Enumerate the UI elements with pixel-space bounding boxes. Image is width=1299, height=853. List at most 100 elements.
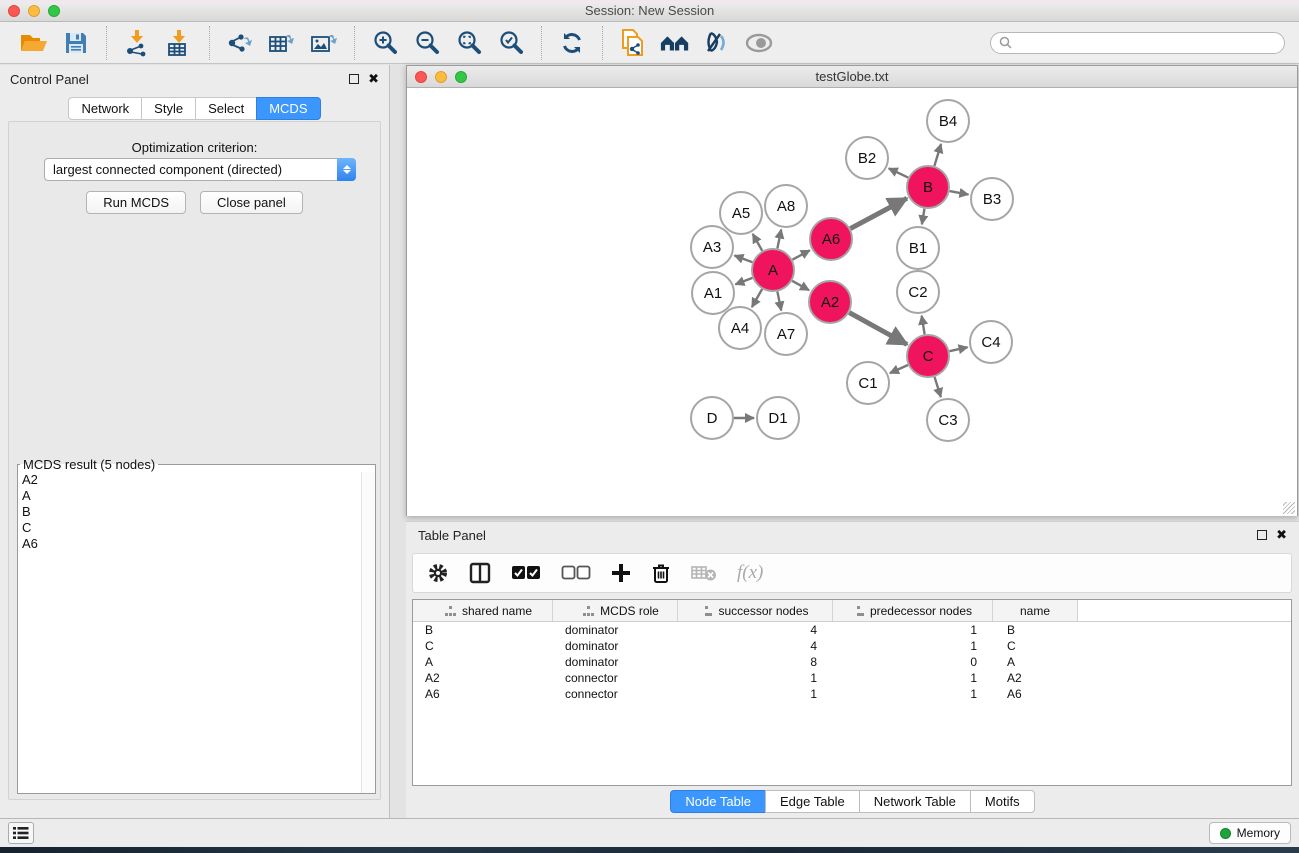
zoom-selected-icon[interactable] xyxy=(495,27,527,59)
minimize-network-button[interactable] xyxy=(435,71,447,83)
graph-edge-C-C3[interactable] xyxy=(935,377,941,397)
tab-select[interactable]: Select xyxy=(195,97,256,120)
graph-node-label-A6: A6 xyxy=(822,231,840,248)
workspace: testGlobe.txt B4B2BB3A5A8A6A3AB1A1A2C2A4… xyxy=(391,65,1299,818)
graph-edge-A-A6[interactable] xyxy=(792,250,809,259)
export-network-icon[interactable] xyxy=(224,27,256,59)
tab-network-table[interactable]: Network Table xyxy=(859,790,970,813)
graph-edge-A2-C[interactable] xyxy=(849,313,907,345)
graph-edge-B-B2[interactable] xyxy=(889,168,908,177)
graphics-details-icon[interactable] xyxy=(701,27,733,59)
graph-edge-B-B1[interactable] xyxy=(922,209,925,225)
close-table-panel-icon[interactable]: ✖ xyxy=(1276,530,1287,540)
graph-edge-A-A7[interactable] xyxy=(777,292,781,311)
save-session-icon[interactable] xyxy=(60,27,92,59)
minimize-window-button[interactable] xyxy=(28,5,40,17)
import-network-icon[interactable] xyxy=(121,27,153,59)
header-filler xyxy=(1078,600,1291,621)
graph-edge-C-C2[interactable] xyxy=(922,316,925,335)
close-window-button[interactable] xyxy=(8,5,20,17)
task-history-button[interactable] xyxy=(8,822,34,844)
node-table[interactable]: shared name MCDS role successor nodes pr… xyxy=(412,599,1292,786)
run-mcds-button[interactable]: Run MCDS xyxy=(86,191,186,214)
column-header-name[interactable]: name xyxy=(993,600,1078,621)
graph-edge-B-B4[interactable] xyxy=(934,144,941,166)
column-header-shared-name[interactable]: shared name xyxy=(413,600,553,621)
desktop-background xyxy=(0,847,1299,853)
unselect-all-icon[interactable] xyxy=(561,565,591,581)
table-row[interactable]: Bdominator41B xyxy=(413,622,1291,638)
tab-mcds[interactable]: MCDS xyxy=(256,97,320,120)
search-input[interactable] xyxy=(1017,36,1276,50)
list-item[interactable]: C xyxy=(18,520,361,536)
import-table-icon[interactable] xyxy=(163,27,195,59)
list-item[interactable]: A2 xyxy=(18,472,361,488)
graph-node-label-A1: A1 xyxy=(704,285,722,302)
graph-edge-C-C1[interactable] xyxy=(890,365,908,373)
graph-edge-A-A5[interactable] xyxy=(753,234,762,251)
network-window-titlebar[interactable]: testGlobe.txt xyxy=(407,66,1297,88)
mcds-result-list[interactable]: A2 A B C A6 xyxy=(18,472,361,793)
graph-edge-A-A3[interactable] xyxy=(734,255,752,262)
float-table-panel-icon[interactable] xyxy=(1257,530,1267,540)
network-canvas[interactable]: B4B2BB3A5A8A6A3AB1A1A2C2A4A7C4CC1DD1C3 xyxy=(407,88,1297,516)
graph-node-label-B4: B4 xyxy=(939,113,957,130)
graph-edge-A-A8[interactable] xyxy=(777,230,781,249)
zoom-fit-icon[interactable] xyxy=(453,27,485,59)
list-item[interactable]: A xyxy=(18,488,361,504)
show-hide-eye-icon xyxy=(743,27,775,59)
graph-edge-B-B3[interactable] xyxy=(950,191,969,195)
result-scrollbar[interactable] xyxy=(361,472,375,793)
table-row[interactable]: A6connector11A6 xyxy=(413,686,1291,702)
tab-edge-table[interactable]: Edge Table xyxy=(765,790,859,813)
open-session-icon[interactable] xyxy=(18,27,50,59)
delete-rows-icon[interactable] xyxy=(651,562,671,584)
refresh-layout-icon[interactable] xyxy=(556,27,588,59)
close-panel-icon[interactable]: ✖ xyxy=(368,74,379,84)
graph-node-label-C2: C2 xyxy=(908,284,927,301)
zoom-window-button[interactable] xyxy=(48,5,60,17)
graph-edge-A-A1[interactable] xyxy=(735,278,752,285)
zoom-network-button[interactable] xyxy=(455,71,467,83)
table-row[interactable]: Cdominator41C xyxy=(413,638,1291,654)
tab-node-table[interactable]: Node Table xyxy=(670,790,765,813)
zoom-in-icon[interactable] xyxy=(369,27,401,59)
export-table-icon[interactable] xyxy=(266,27,298,59)
list-item[interactable]: A6 xyxy=(18,536,361,552)
graph-edge-C-C4[interactable] xyxy=(949,347,967,351)
tab-network[interactable]: Network xyxy=(68,97,141,120)
graph-edge-A-A2[interactable] xyxy=(792,281,809,290)
table-row[interactable]: A2connector11A2 xyxy=(413,670,1291,686)
float-panel-icon[interactable] xyxy=(349,74,359,84)
window-resize-grip[interactable] xyxy=(1283,502,1295,514)
close-network-button[interactable] xyxy=(415,71,427,83)
add-row-icon[interactable] xyxy=(611,563,631,583)
export-image-icon[interactable] xyxy=(308,27,340,59)
insert-column-icon[interactable] xyxy=(469,562,491,584)
graph-edge-A-A4[interactable] xyxy=(752,289,762,307)
clone-network-icon[interactable] xyxy=(617,27,649,59)
memory-button[interactable]: Memory xyxy=(1209,822,1291,844)
zoom-out-icon[interactable] xyxy=(411,27,443,59)
list-item[interactable]: B xyxy=(18,504,361,520)
home-apps-icon[interactable] xyxy=(659,27,691,59)
tab-motifs[interactable]: Motifs xyxy=(970,790,1035,813)
graph-node-label-C1: C1 xyxy=(858,375,877,392)
memory-status-icon xyxy=(1220,828,1231,839)
tab-style[interactable]: Style xyxy=(141,97,195,120)
close-panel-button[interactable]: Close panel xyxy=(200,191,303,214)
column-header-successor-nodes[interactable]: successor nodes xyxy=(678,600,833,621)
table-row[interactable]: Adominator80A xyxy=(413,654,1291,670)
criterion-dropdown[interactable]: largest connected component (directed) xyxy=(44,158,356,181)
search-field[interactable] xyxy=(990,32,1285,54)
app-titlebar: Session: New Session xyxy=(0,0,1299,22)
graph-edge-A6-B[interactable] xyxy=(850,198,906,228)
select-all-icon[interactable] xyxy=(511,565,541,581)
criterion-value: largest connected component (directed) xyxy=(45,162,337,177)
toolbar-separator xyxy=(541,26,542,60)
column-header-predecessor-nodes[interactable]: predecessor nodes xyxy=(833,600,993,621)
graph-node-label-A8: A8 xyxy=(777,198,795,215)
graph-node-label-C: C xyxy=(923,348,934,365)
gear-icon[interactable] xyxy=(427,562,449,584)
column-header-mcds-role[interactable]: MCDS role xyxy=(553,600,678,621)
